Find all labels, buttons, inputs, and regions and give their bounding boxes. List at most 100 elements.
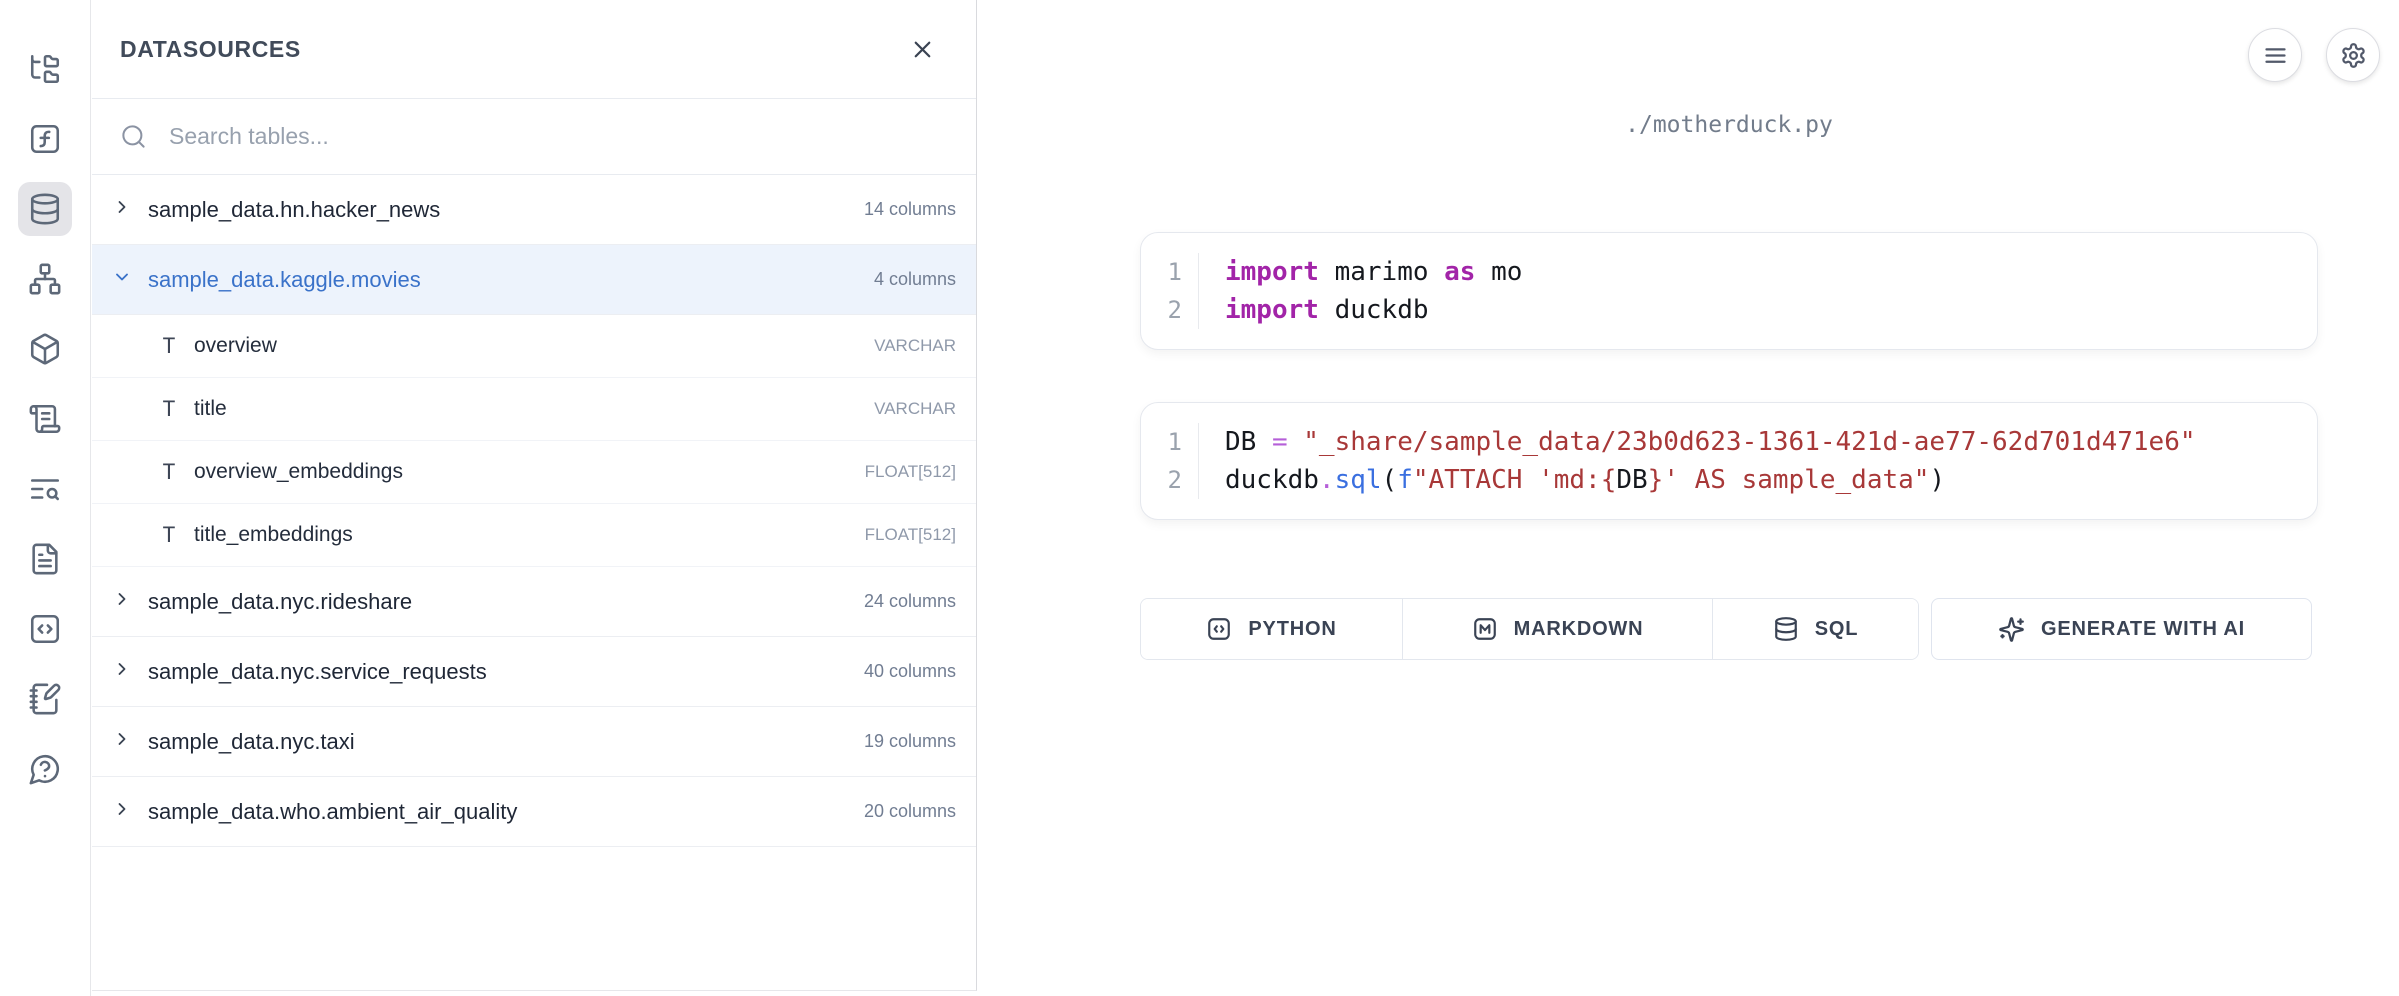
table-name: sample_data.nyc.service_requests	[148, 659, 487, 685]
code-line: import marimo as mo	[1225, 253, 1522, 291]
column-row[interactable]: Ttitle VARCHAR	[92, 378, 976, 441]
add-python-cell-button[interactable]: PYTHON	[1141, 599, 1402, 659]
add-cell-button-label: PYTHON	[1248, 618, 1336, 641]
code-line: duckdb.sql(f"ATTACH 'md:{DB}' AS sample_…	[1225, 461, 2196, 499]
database-icon	[1773, 616, 1799, 642]
code-token: "ATTACH 'md:{	[1413, 465, 1617, 495]
add-cell-bar: PYTHON MARKDOWN SQL GENERATE WITH AI	[1140, 598, 2318, 660]
code-cell: 12 DB = "_share/sample_data/23b0d623-1361…	[1140, 402, 2318, 520]
scroll-text-icon	[28, 402, 62, 436]
chevron-right-icon	[112, 589, 132, 609]
sidebar-database-button[interactable]	[18, 182, 72, 236]
sidebar-file-text-button[interactable]	[18, 532, 72, 586]
column-type: FLOAT[512]	[865, 462, 956, 482]
search-tables-input[interactable]	[167, 122, 948, 151]
panel-title: DATASOURCES	[120, 36, 301, 63]
table-name: sample_data.who.ambient_air_quality	[148, 799, 517, 825]
column-row[interactable]: Toverview VARCHAR	[92, 315, 976, 378]
line-number: 1	[1168, 423, 1182, 461]
code-token: as	[1444, 257, 1475, 287]
code-token: =	[1272, 427, 1288, 457]
code-token: import	[1225, 295, 1319, 325]
code-token	[1288, 427, 1304, 457]
close-panel-button[interactable]	[905, 32, 940, 67]
table-column-count: 20 columns	[864, 801, 956, 822]
add-markdown-cell-button[interactable]: MARKDOWN	[1402, 599, 1712, 659]
column-type: VARCHAR	[874, 336, 956, 356]
add-cell-button-label: SQL	[1815, 618, 1859, 641]
sidebar-text-search-button[interactable]	[18, 462, 72, 516]
sidebar-scroll-text-button[interactable]	[18, 392, 72, 446]
sidebar-network-button[interactable]	[18, 252, 72, 306]
code-token: .	[1319, 465, 1335, 495]
add-sql-cell-button[interactable]: SQL	[1712, 599, 1918, 659]
table-list: sample_data.hn.hacker_news14 columnssamp…	[92, 175, 976, 847]
line-number-gutter: 12	[1141, 253, 1199, 329]
help-chat-icon	[28, 752, 62, 786]
column-row[interactable]: Toverview_embeddingsFLOAT[512]	[92, 441, 976, 504]
column-name: overview	[194, 334, 277, 358]
settings-button[interactable]	[2326, 28, 2380, 82]
generate-with-ai-label: GENERATE WITH AI	[2041, 618, 2245, 641]
table-search-row	[92, 99, 976, 175]
column-name: overview_embeddings	[194, 460, 403, 484]
sidebar-function-square-button[interactable]	[18, 112, 72, 166]
table-row[interactable]: sample_data.nyc.service_requests40 colum…	[92, 637, 976, 707]
add-cell-button-group: PYTHON MARKDOWN SQL	[1140, 598, 1919, 660]
chevron-right-icon	[112, 197, 132, 217]
sidebar-code-square-button[interactable]	[18, 602, 72, 656]
datasources-panel: DATASOURCES sample_data.hn.hacker_news 14…	[92, 0, 977, 991]
chevron-right-icon	[112, 659, 132, 679]
code-token: (	[1382, 465, 1398, 495]
code-square-icon	[28, 612, 62, 646]
table-row[interactable]: sample_data.hn.hacker_news 14 columns	[92, 175, 976, 245]
table-column-count: 4 columns	[874, 269, 956, 290]
table-name: sample_data.hn.hacker_news	[148, 197, 440, 223]
code-token: )	[1929, 465, 1945, 495]
gear-icon	[2340, 42, 2367, 69]
line-number: 2	[1168, 461, 1182, 499]
table-row[interactable]: sample_data.nyc.rideshare 24 columns	[92, 567, 976, 637]
cells-container: 12import marimo as moimport duckdb12DB =…	[1140, 232, 2318, 520]
line-number: 2	[1168, 291, 1182, 329]
code-token: "_share/sample_data/23b0d623-1361-421d-a…	[1303, 427, 2195, 457]
code-token: duckdb	[1319, 295, 1429, 325]
sidebar-file-tree-button[interactable]	[18, 42, 72, 96]
table-row[interactable]: sample_data.nyc.taxi19 columns	[92, 707, 976, 777]
chevron-down-icon	[112, 267, 132, 287]
table-column-count: 14 columns	[864, 199, 956, 220]
table-name: sample_data.nyc.taxi	[148, 729, 355, 755]
sidebar-notebook-pen-button[interactable]	[18, 672, 72, 726]
code-editor[interactable]: import marimo as moimport duckdb	[1199, 253, 1552, 329]
close-icon	[909, 36, 936, 63]
column-row[interactable]: Ttitle_embeddings FLOAT[512]	[92, 504, 976, 567]
table-row[interactable]: sample_data.kaggle.movies4 columns	[92, 245, 976, 315]
datasources-panel-header: DATASOURCES	[92, 0, 976, 99]
sidebar-box-button[interactable]	[18, 322, 72, 376]
code-token: duckdb	[1225, 465, 1319, 495]
chevron-right-icon	[112, 729, 132, 749]
code-token: sql	[1335, 465, 1382, 495]
code-token: mo	[1475, 257, 1522, 287]
column-name: title	[194, 397, 227, 421]
code-token: marimo	[1319, 257, 1444, 287]
generate-with-ai-button[interactable]: GENERATE WITH AI	[1931, 598, 2312, 660]
table-row[interactable]: sample_data.who.ambient_air_quality 20 co…	[92, 777, 976, 847]
text-type-icon: T	[156, 523, 182, 547]
table-column-count: 24 columns	[864, 591, 956, 612]
table-name: sample_data.nyc.rideshare	[148, 589, 412, 615]
column-name: title_embeddings	[194, 523, 353, 547]
column-type: FLOAT[512]	[865, 525, 956, 545]
markdown-cell-icon	[1472, 616, 1498, 642]
function-square-icon	[28, 122, 62, 156]
network-icon	[28, 262, 62, 296]
text-search-icon	[28, 472, 62, 506]
activity-bar	[0, 0, 91, 996]
line-number: 1	[1168, 253, 1182, 291]
sidebar-help-chat-button[interactable]	[18, 742, 72, 796]
text-type-icon: T	[156, 397, 182, 421]
text-type-icon: T	[156, 334, 182, 358]
code-editor[interactable]: DB = "_share/sample_data/23b0d623-1361-4…	[1199, 423, 2226, 499]
code-token: import	[1225, 257, 1319, 287]
column-type: VARCHAR	[874, 399, 956, 419]
